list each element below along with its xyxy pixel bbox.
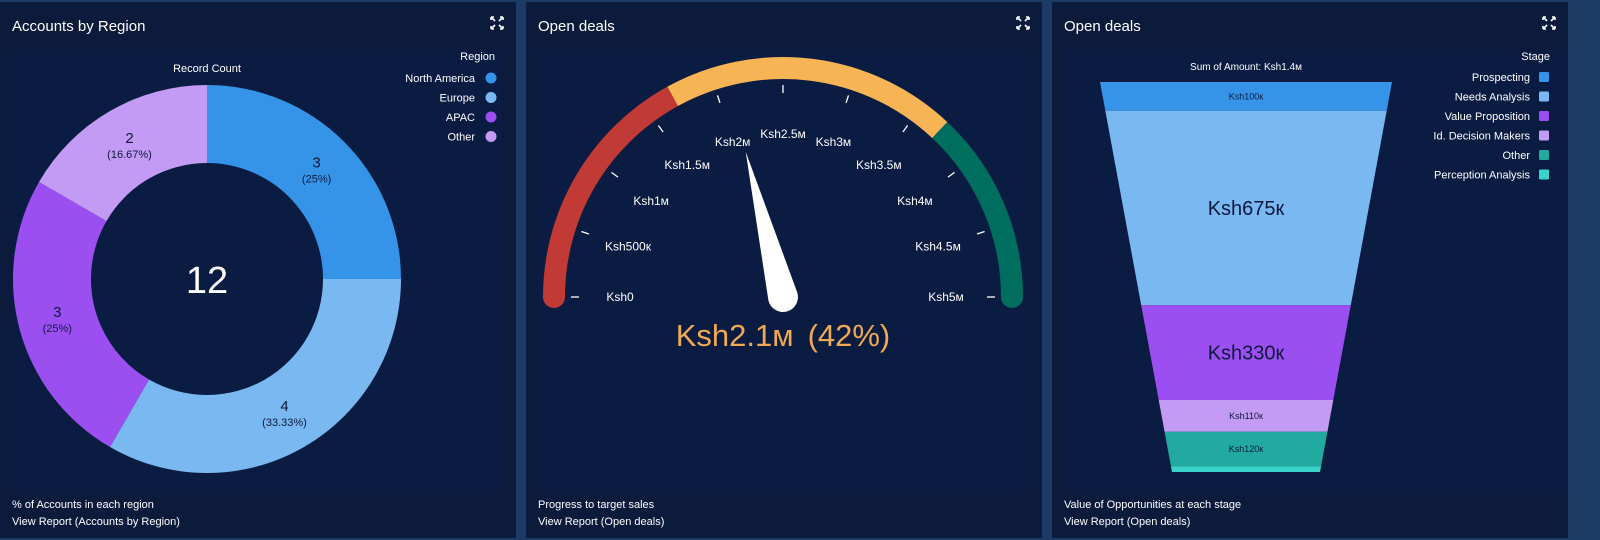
- open-deals-funnel-panel: Open deals Sum of Amount: Ksh1.4м Ksh100…: [1052, 2, 1568, 538]
- gauge-tick: [902, 125, 909, 133]
- donut-center-total: 12: [186, 260, 228, 302]
- slice-value-label: 3: [312, 154, 320, 171]
- slice-percent-label: (16.67%): [107, 149, 152, 161]
- gauge-tick-label: Ksh4м: [897, 194, 933, 208]
- panel-description: Progress to target sales: [538, 499, 655, 511]
- donut-slice-apac[interactable]: [13, 182, 149, 448]
- funnel-stage-perception-analysis[interactable]: [1170, 466, 1322, 472]
- donut-slice-europe[interactable]: [110, 279, 401, 473]
- gauge-tick-label: Ksh5м: [928, 290, 964, 304]
- legend-swatch: [1539, 130, 1549, 141]
- legend-swatch: [485, 111, 497, 123]
- legend-swatch: [485, 92, 497, 103]
- gauge-tick: [581, 230, 590, 235]
- panel-title: Accounts by Region: [12, 18, 146, 35]
- legend-item-label: Other: [447, 132, 475, 144]
- chart-title: Sum of Amount: Ksh1.4м: [1190, 62, 1302, 73]
- legend-title: Stage: [1521, 51, 1550, 63]
- donut-chart: Record Count 3 (25%) 4 (33.33%) 3 (25%) 2 (16.6…: [13, 51, 497, 473]
- gauge-band-end: [1001, 286, 1023, 308]
- gauge-chart-area: Ksh0 Ksh500к Ksh1м Ksh1.5м Ksh2м Ksh2.5м Ksh3м…: [538, 50, 1028, 490]
- legend-swatch: [485, 131, 497, 142]
- legend-item-label: Value Proposition: [1445, 111, 1530, 123]
- panel-title: Open deals: [538, 18, 615, 35]
- legend-item-label: Perception Analysis: [1434, 170, 1530, 182]
- legend-title: Region: [460, 51, 495, 63]
- gauge-tick-label: Ksh4.5м: [915, 240, 961, 254]
- panel-description: Value of Opportunities at each stage: [1064, 499, 1242, 511]
- legend-swatch: [1539, 91, 1549, 102]
- expand-icon[interactable]: [1542, 16, 1556, 30]
- legend-item-label: Needs Analysis: [1455, 92, 1531, 104]
- legend-item-label: North America: [405, 73, 476, 85]
- legend-item-label: Prospecting: [1472, 72, 1530, 84]
- gauge-tick-label: Ksh1м: [633, 194, 669, 208]
- slice-value-label: 4: [280, 398, 288, 415]
- gauge-tick-label: Ksh3м: [816, 135, 852, 149]
- gauge-chart: Ksh0 Ksh500к Ksh1м Ksh1.5м Ksh2м Ksh2.5м Ksh3м…: [543, 57, 1023, 353]
- slice-value-label: 2: [125, 130, 133, 147]
- funnel-stage-label: Ksh100к: [1229, 91, 1264, 101]
- gauge-tick-label: Ksh2.5м: [760, 127, 806, 141]
- gauge-tick: [976, 230, 985, 235]
- gauge-tick: [845, 95, 850, 104]
- funnel-stage-label: Ksh120к: [1229, 444, 1264, 454]
- view-report-link[interactable]: View Report (Open deals): [1064, 516, 1190, 528]
- expand-icon[interactable]: [490, 16, 504, 30]
- funnel-stage-label: Ksh675к: [1208, 198, 1285, 220]
- gauge-band: [932, 122, 1023, 298]
- gauge-tick: [611, 171, 619, 178]
- accounts-by-region-panel: Accounts by Region Record Count 3 (25%) 4 (…: [0, 2, 516, 538]
- gauge-band-end: [543, 286, 565, 308]
- gauge-band: [667, 57, 948, 139]
- view-report-link[interactable]: View Report (Open deals): [538, 516, 664, 528]
- gauge-tick-label: Ksh2м: [715, 135, 751, 149]
- gauge-tick: [716, 95, 721, 104]
- view-report-link[interactable]: View Report (Accounts by Region): [12, 516, 180, 528]
- gauge-tick: [947, 171, 955, 178]
- gauge-tick: [657, 125, 664, 133]
- expand-icon[interactable]: [1016, 16, 1030, 30]
- slice-percent-label: (33.33%): [262, 417, 307, 429]
- legend-item-label: APAC: [446, 112, 475, 124]
- panel-description: % of Accounts in each region: [12, 499, 154, 511]
- funnel-chart: Sum of Amount: Ksh1.4м Ksh100к Ksh675к Ksh…: [1100, 51, 1550, 472]
- panel-title: Open deals: [1064, 18, 1141, 35]
- open-deals-gauge-panel: Open deals Ksh0 Ksh500к Ksh1м Ksh1.5м Ksh2м K…: [526, 2, 1042, 538]
- legend-swatch: [1539, 150, 1549, 160]
- chart-title: Record Count: [173, 63, 241, 75]
- gauge-needle: [745, 151, 798, 313]
- gauge-tick-label: Ksh1.5м: [664, 158, 710, 172]
- donut-chart-area: Record Count 3 (25%) 4 (33.33%) 3 (25%) 2 (16.6…: [12, 50, 502, 490]
- gauge-tick-label: Ksh3.5м: [856, 158, 902, 172]
- funnel-stage-label: Ksh110к: [1229, 411, 1263, 421]
- slice-value-label: 3: [53, 304, 61, 321]
- funnel-stage-label: Ksh330к: [1208, 343, 1285, 365]
- legend-swatch: [1539, 72, 1549, 82]
- gauge-percent: (42%): [808, 318, 891, 353]
- legend-swatch: [1539, 169, 1549, 180]
- slice-percent-label: (25%): [302, 173, 331, 185]
- legend-swatch: [485, 72, 497, 84]
- slice-percent-label: (25%): [43, 323, 72, 335]
- legend-item-label: Europe: [440, 93, 475, 105]
- funnel-chart-area: Sum of Amount: Ksh1.4м Ksh100к Ksh675к Ksh…: [1064, 50, 1568, 490]
- gauge-tick-label: Ksh0: [606, 290, 634, 304]
- gauge-tick-label: Ksh500к: [605, 240, 652, 254]
- gauge-value: Ksh2.1м: [676, 318, 794, 353]
- legend-swatch: [1539, 111, 1549, 121]
- gauge-value-label: Ksh2.1м (42%): [676, 318, 891, 353]
- legend-item-label: Other: [1502, 150, 1530, 162]
- legend-item-label: Id. Decision Makers: [1433, 131, 1530, 143]
